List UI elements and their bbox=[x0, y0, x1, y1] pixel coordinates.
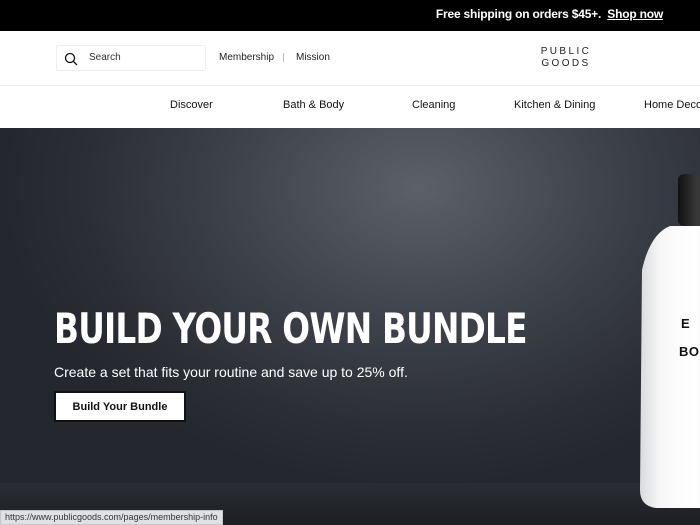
bottle-label-2: BOD bbox=[679, 344, 700, 359]
search-input[interactable]: Search bbox=[56, 45, 206, 71]
hero-title: BUILD YOUR OWN BUNDLE bbox=[54, 304, 528, 353]
hero-subtitle: Create a set that fits your routine and … bbox=[54, 364, 408, 380]
site-header: Search Membership Mission PUBLIC GOODS bbox=[0, 31, 700, 86]
logo-line-1: PUBLIC bbox=[540, 46, 592, 57]
bottle-label-1: E bbox=[681, 316, 690, 331]
nav-item-home-decor[interactable]: Home Deco bbox=[644, 99, 700, 111]
public-goods-logo[interactable]: PUBLIC GOODS bbox=[530, 46, 602, 70]
header-divider bbox=[283, 53, 284, 62]
shop-now-link[interactable]: Shop now bbox=[607, 7, 663, 21]
nav-item-kitchen-dining[interactable]: Kitchen & Dining bbox=[514, 99, 595, 111]
bottle-image bbox=[640, 174, 700, 508]
membership-link[interactable]: Membership bbox=[219, 52, 274, 63]
promo-text: Free shipping on orders $45+. bbox=[435, 7, 602, 21]
promo-message: Free shipping on orders $45+. Shop now bbox=[436, 7, 663, 21]
mission-link[interactable]: Mission bbox=[296, 52, 330, 63]
hero-banner: E BOD BUILD YOUR OWN BUNDLE Create a set… bbox=[0, 128, 700, 525]
nav-item-cleaning[interactable]: Cleaning bbox=[412, 99, 455, 111]
search-icon bbox=[64, 52, 78, 66]
main-nav: Discover Bath & Body Cleaning Kitchen & … bbox=[0, 86, 700, 128]
nav-item-discover[interactable]: Discover bbox=[170, 99, 213, 111]
search-placeholder: Search bbox=[89, 52, 121, 63]
logo-line-2: GOODS bbox=[541, 58, 591, 69]
build-your-bundle-button[interactable]: Build Your Bundle bbox=[54, 391, 186, 422]
nav-item-bath-body[interactable]: Bath & Body bbox=[283, 99, 344, 111]
promo-bar: Free shipping on orders $45+. Shop now bbox=[0, 0, 700, 31]
status-bar-url: https://www.publicgoods.com/pages/member… bbox=[0, 510, 223, 525]
